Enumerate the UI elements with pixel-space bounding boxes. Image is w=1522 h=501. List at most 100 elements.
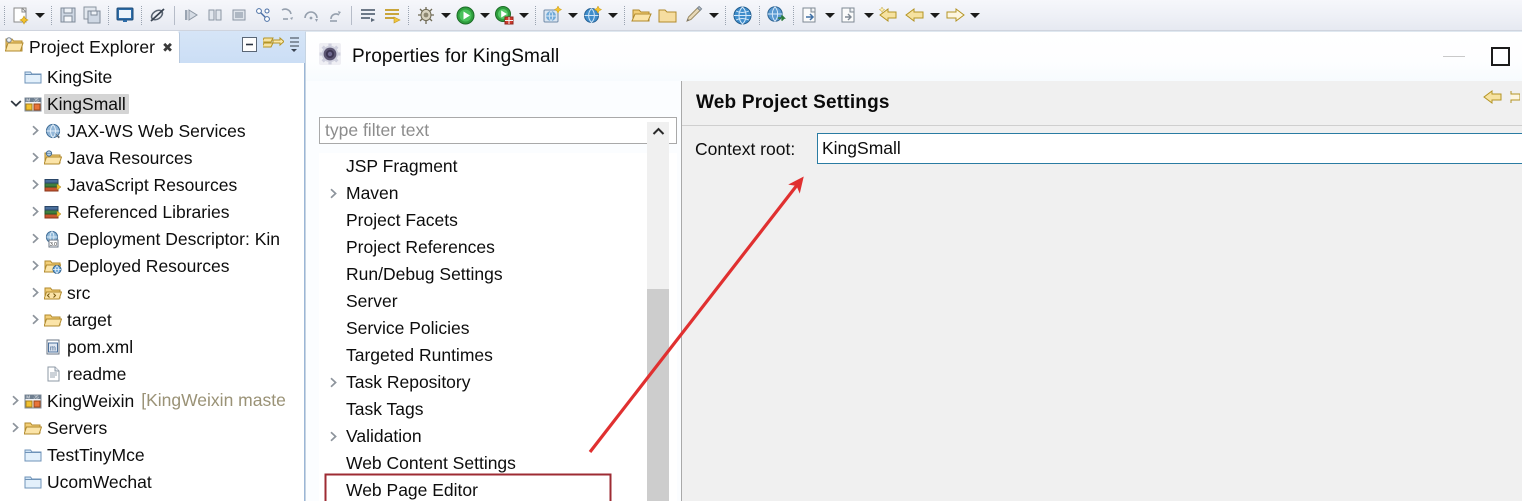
pref-item-targeted-runtimes[interactable]: Targeted Runtimes [319,342,677,369]
pref-item-jsp-fragment[interactable]: JSP Fragment [319,153,677,180]
import-dropdown[interactable] [823,3,837,27]
pref-item-service-policies[interactable]: Service Policies [319,315,677,342]
terminate-icon[interactable] [227,3,251,27]
chevron-right-icon[interactable] [325,369,342,396]
tree-item-ucomwechat[interactable]: UcomWechat [0,468,305,495]
chevron-right-icon[interactable] [28,279,43,306]
forward-arrow-icon[interactable] [1510,87,1521,112]
chevron-right-icon[interactable] [28,171,43,198]
pref-item-project-facets[interactable]: Project Facets [319,207,677,234]
scroll-thumb[interactable] [647,289,669,501]
tree-item-src[interactable]: src [0,279,305,306]
chevron-right-icon[interactable] [28,117,43,144]
run-on-server-icon[interactable] [540,3,566,27]
pref-item-validation[interactable]: Validation [319,423,677,450]
chevron-right-icon[interactable] [28,252,43,279]
pref-item-maven[interactable]: Maven [319,180,677,207]
tree-item-readme[interactable]: readme [0,360,305,387]
tree-item-kingsite[interactable]: KingSite [0,63,305,90]
tree-item-servers[interactable]: Servers [0,414,305,441]
skip-breakpoints-icon[interactable] [146,3,170,27]
tree-item-deployment-descriptor-kin[interactable]: 3.0 Deployment Descriptor: Kin [0,225,305,252]
back-sparkle-icon[interactable] [876,3,902,27]
collapse-all-icon[interactable] [240,35,259,59]
chevron-right-icon[interactable] [8,387,23,414]
open-folder-icon[interactable] [629,3,655,27]
tab-project-explorer[interactable]: Project Explorer ✖ [0,31,180,63]
dialog-titlebar[interactable]: Properties for KingSmall [306,32,1522,81]
tree-item-javascript-resources[interactable]: JavaScript Resources [0,171,305,198]
import-icon[interactable] [798,3,823,27]
pref-item-run-debug-settings[interactable]: Run/Debug Settings [319,261,677,288]
step-over-icon[interactable] [299,3,323,27]
chevron-right-icon[interactable] [8,414,23,441]
minimize-button[interactable] [1431,35,1477,79]
preference-tree-scrollbar[interactable] [647,122,669,501]
save-icon[interactable] [56,3,80,27]
back-dropdown[interactable] [928,3,942,27]
new-server-icon[interactable] [580,3,606,27]
tree-item-testtinymce[interactable]: TestTinyMce [0,441,305,468]
open-task-icon[interactable] [356,3,380,27]
tree-item-kingsmall[interactable]: M JS KingSmall [0,90,305,117]
chevron-right-icon[interactable] [28,144,43,171]
back-icon[interactable] [902,3,928,27]
new-wizard-dropdown[interactable] [33,3,47,27]
disconnect-icon[interactable] [251,3,275,27]
step-into-icon[interactable] [275,3,299,27]
chevron-right-icon[interactable] [28,225,43,252]
chevron-right-icon[interactable] [325,180,342,207]
export-dropdown[interactable] [862,3,876,27]
maximize-button[interactable] [1477,35,1522,79]
web-deploy-icon[interactable] [764,3,789,27]
tree-item-java-resources[interactable]: Java Resources [0,144,305,171]
close-icon[interactable]: ✖ [162,40,173,56]
coverage-dropdown[interactable] [517,3,531,27]
context-root-input[interactable] [817,133,1522,164]
chevron-down-icon[interactable] [8,90,23,117]
export-icon[interactable] [837,3,862,27]
back-arrow-icon[interactable] [1482,87,1504,112]
debug-icon[interactable] [413,3,439,27]
tree-item-referenced-libraries[interactable]: Referenced Libraries [0,198,305,225]
edit-icon[interactable] [681,3,707,27]
pref-item-task-repository[interactable]: Task Repository [319,369,677,396]
tree-item-jax-ws-web-services[interactable]: JAX-WS Web Services [0,117,305,144]
forward-dropdown[interactable] [968,3,982,27]
tree-item-pom-xml[interactable]: m pom.xml [0,333,305,360]
debug-dropdown[interactable] [439,3,453,27]
run-dropdown[interactable] [478,3,492,27]
forward-icon[interactable] [942,3,968,27]
resume-icon[interactable] [179,3,203,27]
open-type-icon[interactable] [380,3,404,27]
pref-item-task-tags[interactable]: Task Tags [319,396,677,423]
run-icon[interactable] [453,3,478,27]
project-explorer-tree[interactable]: KingSite M JS KingSmall JAX-WS Web Services J… [0,63,305,501]
new-server-dropdown[interactable] [606,3,620,27]
coverage-icon[interactable] [492,3,517,27]
edit-dropdown[interactable] [707,3,721,27]
view-menu-icon[interactable] [288,35,301,59]
close-folder-icon[interactable] [655,3,681,27]
run-on-server-dropdown[interactable] [566,3,580,27]
new-wizard-icon[interactable] [9,3,33,27]
suspend-icon[interactable] [203,3,227,27]
link-with-editor-icon[interactable] [261,35,285,59]
tree-item-deployed-resources[interactable]: Deployed Resources [0,252,305,279]
filter-input[interactable] [319,117,677,144]
tree-item-kingweixin[interactable]: M JS KingWeixin [KingWeixin maste [0,387,305,414]
chevron-right-icon[interactable] [28,306,43,333]
save-all-icon[interactable] [80,3,104,27]
scroll-up-button[interactable] [647,122,669,140]
pref-item-web-content-settings[interactable]: Web Content Settings [319,450,677,477]
pref-item-server[interactable]: Server [319,288,677,315]
pref-item-web-page-editor[interactable]: Web Page Editor [319,477,677,501]
chevron-right-icon[interactable] [28,198,43,225]
chevron-right-icon[interactable] [325,423,342,450]
web-browser-icon[interactable] [730,3,755,27]
console-icon[interactable] [113,3,137,27]
step-return-icon[interactable] [323,3,347,27]
tree-item-target[interactable]: target [0,306,305,333]
preference-tree[interactable]: JSP Fragment Maven Project Facets Project R… [319,153,677,501]
pref-item-project-references[interactable]: Project References [319,234,677,261]
